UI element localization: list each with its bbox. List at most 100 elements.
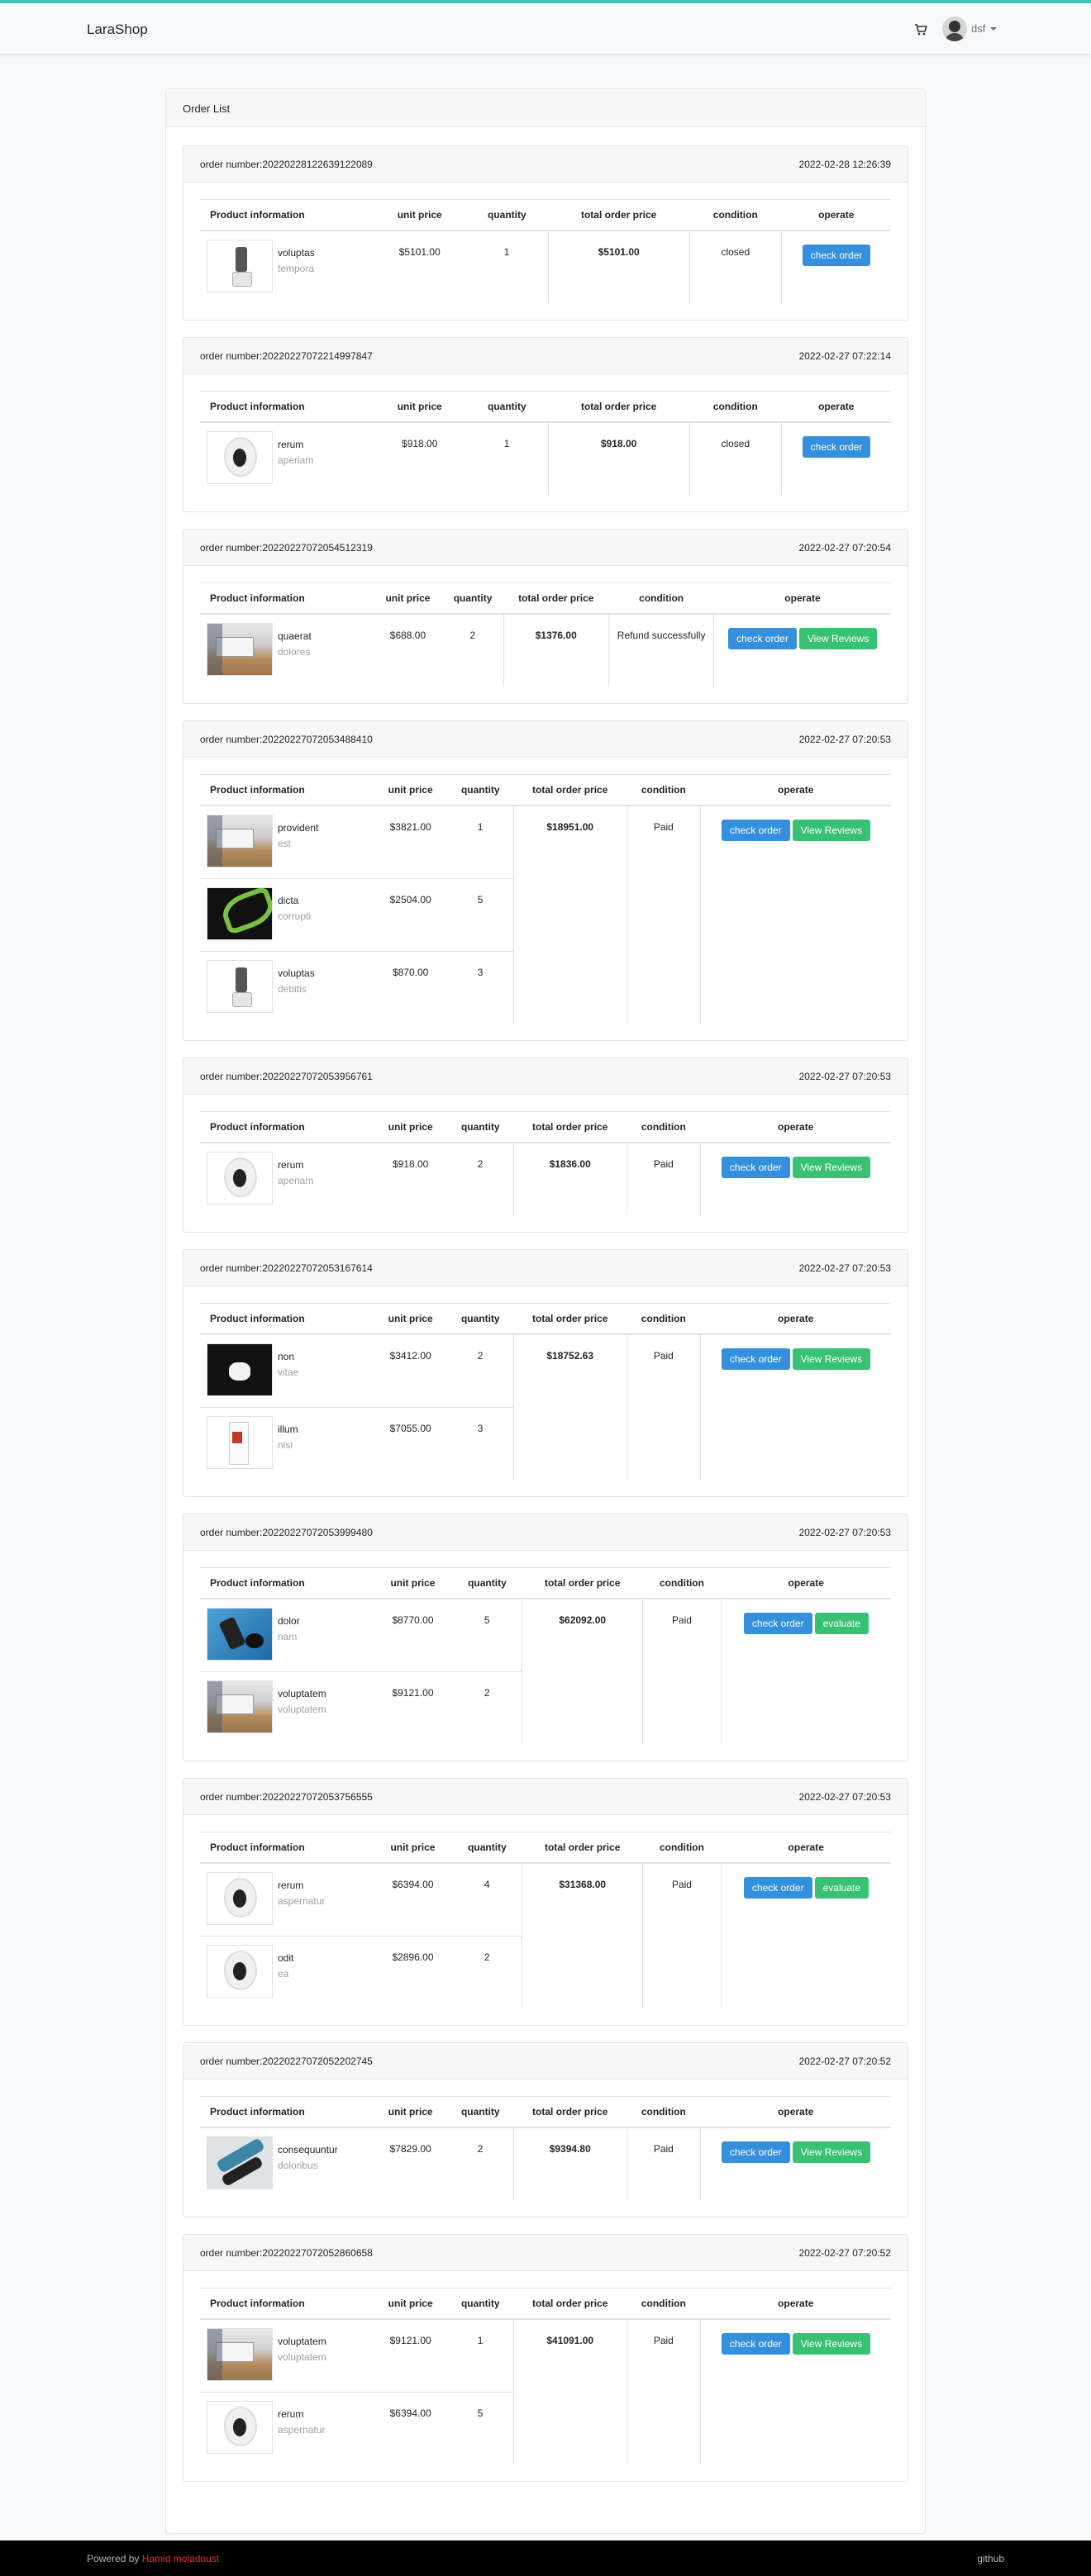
product-thumbnail[interactable] xyxy=(207,1680,273,1733)
order-actions: check order xyxy=(781,231,891,303)
check-order-button[interactable]: check order xyxy=(743,1877,812,1899)
check-order-button[interactable]: check order xyxy=(728,628,797,649)
product-name[interactable]: quaerat xyxy=(278,629,312,644)
order-number: order number:20220227072053488410 xyxy=(200,734,373,745)
order-body: Product information unit price quantity tot… xyxy=(183,758,908,1040)
product-name[interactable]: voluptas xyxy=(278,245,315,261)
column-header-total: total order price xyxy=(548,199,690,231)
check-order-button[interactable]: check order xyxy=(721,1348,790,1370)
column-header-operate: operate xyxy=(781,199,891,231)
product-thumbnail[interactable] xyxy=(207,2136,273,2189)
product-variant: tempora xyxy=(278,263,315,274)
column-header-condition: condition xyxy=(642,1832,722,1864)
product-variant: corrupti xyxy=(278,910,312,922)
column-header-product: Product information xyxy=(200,1567,374,1599)
cart-icon[interactable] xyxy=(914,23,927,36)
brand-logo[interactable]: LaraShop xyxy=(87,21,148,38)
order-header: order number:20220228122639122089 2022-02… xyxy=(183,146,908,183)
user-dropdown[interactable]: dsf xyxy=(971,22,985,35)
product-thumbnail[interactable] xyxy=(207,623,273,676)
product-thumbnail[interactable] xyxy=(207,2328,273,2381)
product-thumbnail[interactable] xyxy=(207,887,273,940)
product-thumbnail[interactable] xyxy=(207,1416,273,1469)
order-total: $31368.00 xyxy=(522,1863,643,2008)
avatar-icon[interactable] xyxy=(942,17,967,41)
product-name[interactable]: rerum xyxy=(278,1157,313,1173)
quantity: 4 xyxy=(484,1879,490,1890)
order-items-table: Product information unit price quantity tot… xyxy=(200,582,891,687)
github-link[interactable]: github xyxy=(977,2553,1004,2564)
powered-by-text: Powered by xyxy=(87,2553,140,2564)
evaluate-button[interactable]: evaluate xyxy=(814,1877,869,1899)
column-header-operate: operate xyxy=(700,2288,891,2320)
product-name[interactable]: dolor xyxy=(278,1614,300,1629)
check-order-button[interactable]: check order xyxy=(721,820,790,841)
view-reviews-button[interactable]: View Reviews xyxy=(792,2141,871,2163)
evaluate-button[interactable]: evaluate xyxy=(814,1613,869,1634)
product-name[interactable]: rerum xyxy=(278,1878,325,1894)
order-number: order number:20220227072214997847 xyxy=(200,350,373,362)
quantity: 5 xyxy=(447,2392,514,2464)
product-variant: ea xyxy=(278,1968,289,1980)
product-thumbnail[interactable] xyxy=(207,431,273,484)
product-name[interactable]: provident xyxy=(278,820,318,836)
check-order-button[interactable]: check order xyxy=(721,1157,790,1178)
product-thumbnail[interactable] xyxy=(207,815,273,867)
order-condition: Paid xyxy=(642,1599,722,1744)
view-reviews-button[interactable]: View Reviews xyxy=(792,2333,871,2355)
product-name[interactable]: voluptatem xyxy=(278,2334,326,2350)
order-header: order number:20220227072054512319 2022-02… xyxy=(183,530,908,566)
product-variant: voluptatem xyxy=(278,1704,326,1715)
order-date: 2022-02-27 07:20:53 xyxy=(798,1262,891,1274)
product-thumbnail[interactable] xyxy=(207,1152,273,1205)
quantity: 5 xyxy=(484,1614,490,1626)
product-name[interactable]: illum xyxy=(278,1422,298,1438)
order-number: order number:20220227072053167614 xyxy=(200,1262,373,1274)
column-header-quantity: quantity xyxy=(441,582,504,615)
column-header-quantity: quantity xyxy=(447,1303,514,1335)
table-row: rerum aperiam $918.00 1 $918.00 closed check o… xyxy=(200,422,891,495)
product-name[interactable]: dicta xyxy=(278,893,311,909)
product-name[interactable]: rerum xyxy=(278,437,313,453)
order-card: order number:20220227072054512319 2022-02… xyxy=(183,529,908,704)
product-variant: est xyxy=(278,838,292,849)
product-cell: dicta corrupti xyxy=(200,878,374,952)
product-cell: odit ea xyxy=(200,1936,374,2008)
product-thumbnail[interactable] xyxy=(207,1872,273,1925)
quantity: 3 xyxy=(447,1407,514,1480)
product-cell: consequuntur doloribus xyxy=(200,2127,374,2200)
check-order-button[interactable]: check order xyxy=(721,2141,790,2163)
caret-down-icon[interactable] xyxy=(990,27,997,31)
product-name[interactable]: odit xyxy=(278,1951,293,1966)
quantity: 1 xyxy=(503,438,510,449)
view-reviews-button[interactable]: View Reviews xyxy=(792,1348,871,1370)
view-reviews-button[interactable]: View Reviews xyxy=(798,628,878,649)
product-name[interactable]: voluptatem xyxy=(278,1686,326,1702)
quantity: 2 xyxy=(451,1936,522,2008)
check-order-button[interactable]: check order xyxy=(743,1613,812,1634)
check-order-button[interactable]: check order xyxy=(721,2333,790,2355)
order-body: Product information unit price quantity tot… xyxy=(183,2079,908,2217)
product-name[interactable]: rerum xyxy=(278,2407,325,2422)
product-name[interactable]: consequuntur xyxy=(278,2142,338,2158)
product-variant: aperiam xyxy=(278,1175,314,1186)
product-variant: voluptatem xyxy=(278,2351,326,2363)
product-variant: aperiam xyxy=(278,454,314,466)
product-cell: quaerat dolores xyxy=(200,614,374,687)
product-thumbnail[interactable] xyxy=(207,1343,273,1396)
product-name[interactable]: non xyxy=(278,1349,298,1365)
product-thumbnail[interactable] xyxy=(207,1945,273,1998)
order-date: 2022-02-27 07:20:52 xyxy=(798,2056,891,2067)
product-thumbnail[interactable] xyxy=(207,2401,273,2454)
column-header-product: Product information xyxy=(200,2096,374,2128)
author-link[interactable]: Hamid moladoust xyxy=(142,2553,219,2564)
product-thumbnail[interactable] xyxy=(207,240,273,292)
product-thumbnail[interactable] xyxy=(207,960,273,1013)
product-cell: rerum aspernatur xyxy=(200,1863,374,1937)
product-name[interactable]: voluptas xyxy=(278,966,315,981)
view-reviews-button[interactable]: View Reviews xyxy=(792,820,871,841)
product-thumbnail[interactable] xyxy=(207,1608,273,1661)
check-order-button[interactable]: check order xyxy=(802,436,871,458)
check-order-button[interactable]: check order xyxy=(802,245,871,266)
view-reviews-button[interactable]: View Reviews xyxy=(792,1157,871,1178)
